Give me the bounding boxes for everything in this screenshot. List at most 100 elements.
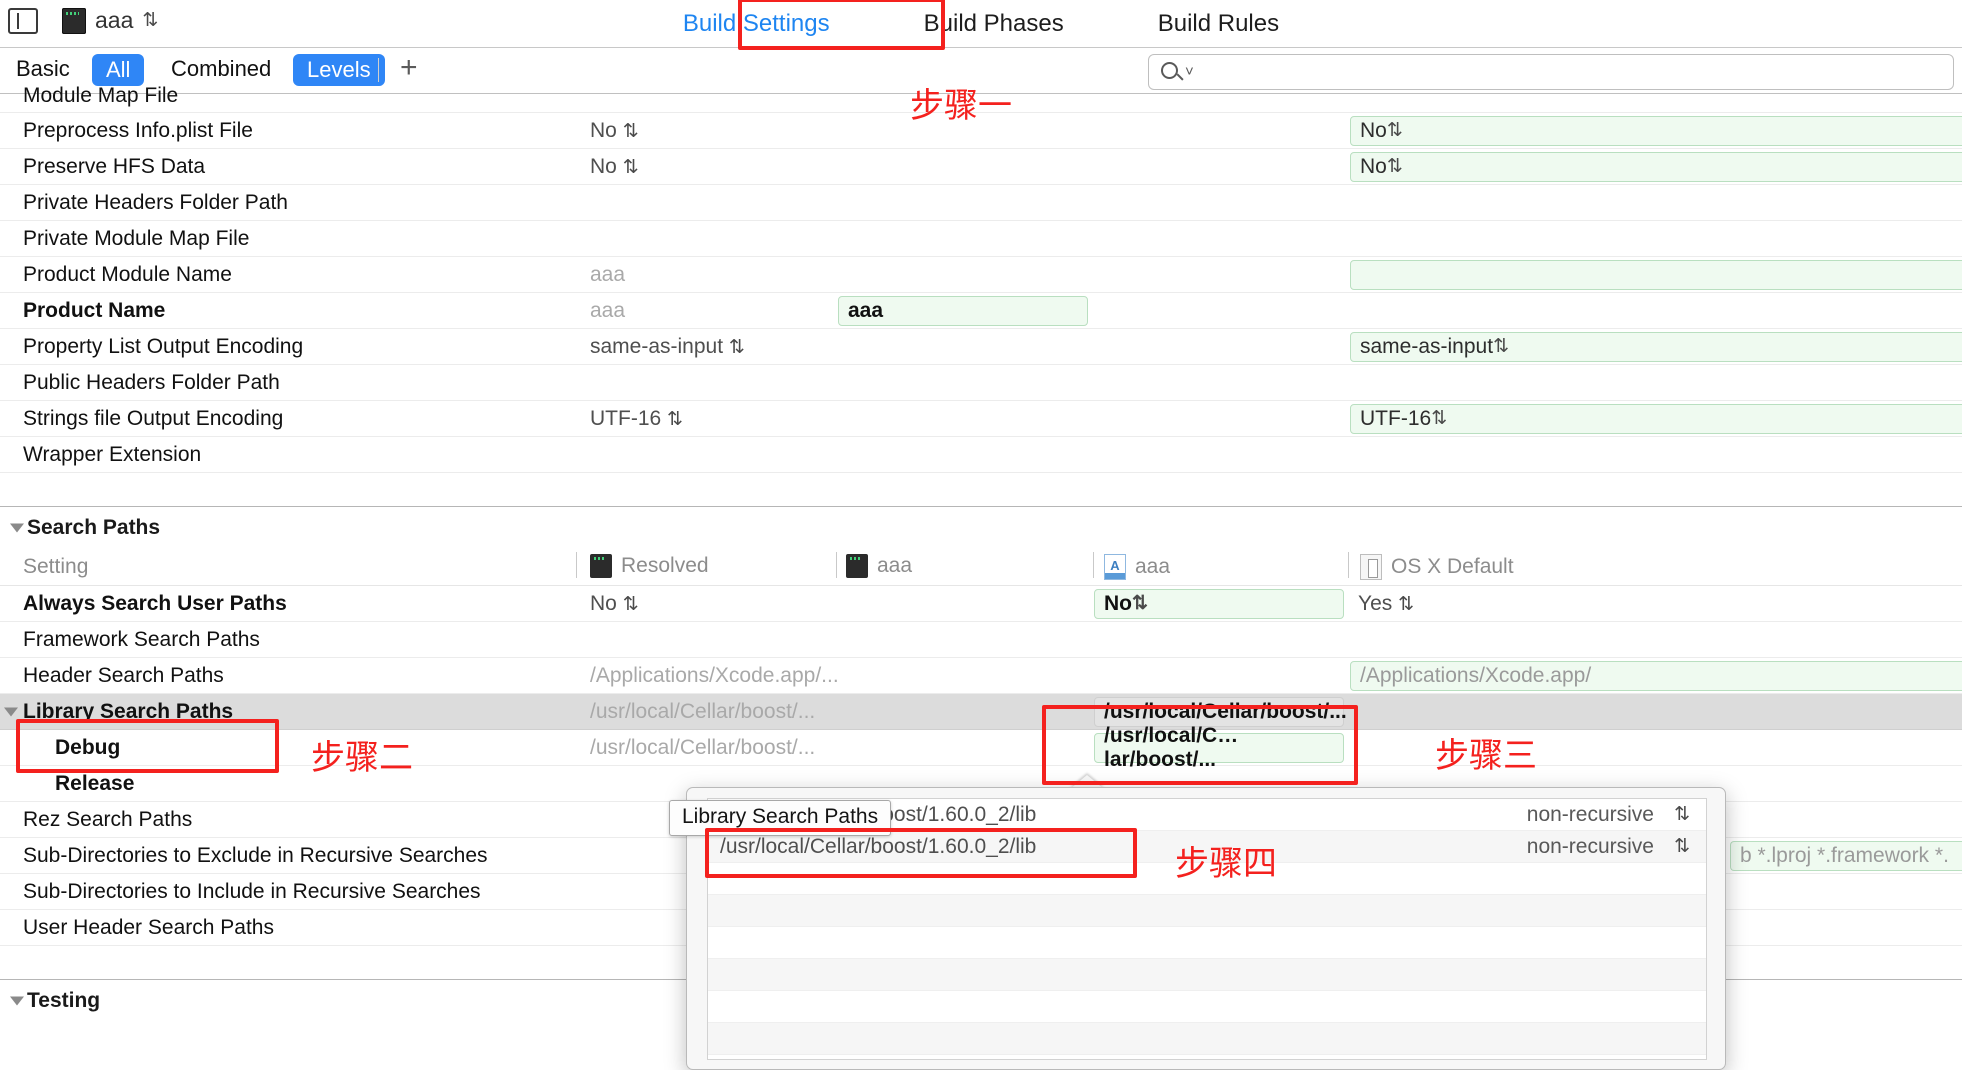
resolved-value: /usr/local/Cellar/boost/... [590,735,816,759]
value-stepper-icon: ⇅ [1132,593,1148,614]
resolved-value: No ⇅ [590,591,639,615]
annotation-box-step-1 [738,0,945,50]
resolved-value: /usr/local/Cellar/boost/... [590,699,816,723]
osx-default-field[interactable]: No ⇅ [1350,115,1962,146]
row-library-search-paths[interactable]: Library Search Paths /usr/local/Cellar/b… [0,694,1962,730]
project-value-field[interactable]: No ⇅ [1094,588,1344,619]
value-stepper-icon: ⇅ [1386,156,1403,177]
table-row[interactable]: Private Headers Folder Path [0,185,1962,221]
osx-default-field[interactable] [1350,259,1962,290]
osx-default-field[interactable]: No ⇅ [1350,151,1962,182]
setting-name: Preprocess Info.plist File [23,118,253,142]
popover-empty-row[interactable] [708,959,1706,991]
resolved-value: aaa [590,262,626,286]
popover-recursion-value[interactable]: non-recursive [1527,835,1654,859]
setting-name: Module Map File [23,84,179,107]
table-row[interactable]: Header Search Paths /Applications/Xcode.… [0,658,1962,694]
window-tab-bar: aaa ⇅ Build Settings Build Phases Build … [0,0,1962,48]
setting-name: Sub-Directories to Exclude in Recursive … [23,843,488,867]
resolved-value: aaa [590,298,626,322]
popover-recursion-value[interactable]: non-recursive [1527,803,1654,827]
navigator-toggle-icon[interactable] [8,8,38,34]
value-stepper-icon: ⇅ [1493,336,1509,357]
editor-tabs: Build Settings Build Phases Build Rules [0,0,1962,47]
setting-name: Property List Output Encoding [23,334,304,358]
osx-default-field[interactable]: b *.lproj *.framework *. [1730,840,1962,871]
osx-default-field[interactable]: UTF-16 ⇅ [1350,403,1962,434]
filter-levels[interactable]: Levels [293,54,385,86]
setting-name: Release [55,771,135,795]
disclosure-triangle-icon[interactable] [10,523,24,532]
table-row[interactable]: Property List Output Encoding same-as-in… [0,329,1962,365]
scheme-name-label: aaa [95,7,134,33]
annotation-label-step-4: 步骤四 [1175,844,1277,884]
column-header-row: Setting Resolved aaa aaa OS X Default [0,548,1962,586]
setting-name: Private Module Map File [23,226,250,250]
column-header-resolved[interactable]: Resolved [590,554,709,578]
scheme-stepper-icon[interactable]: ⇅ [142,11,158,30]
filter-divider [378,58,379,82]
group-header-search-paths[interactable]: Search Paths [0,506,1962,548]
setting-name: Private Headers Folder Path [23,190,288,214]
column-header-setting: Setting [23,555,89,578]
setting-name: Product Module Name [23,262,232,286]
os-default-icon [1360,554,1382,580]
annotation-label-step-3: 步骤三 [1435,736,1537,776]
annotation-label-step-2: 步骤二 [311,738,413,778]
search-input[interactable]: ˅ [1148,54,1954,90]
table-row[interactable]: Product Module Name aaa [0,257,1962,293]
table-row[interactable]: Debug /usr/local/Cellar/boost/... /usr/l… [0,724,1962,771]
resolved-value: /Applications/Xcode.app/... [590,663,839,687]
setting-name: Framework Search Paths [23,627,260,651]
filter-all[interactable]: All [92,54,145,86]
setting-name: User Header Search Paths [23,915,274,939]
project-file-icon [1104,554,1126,580]
annotation-label-step-1: 步骤一 [910,86,1012,126]
annotation-box-step-2 [16,719,279,773]
column-header-target[interactable]: aaa [846,554,912,578]
resolved-value: No ⇅ [590,118,639,142]
table-row[interactable]: Preserve HFS Data No ⇅ No ⇅ [0,149,1962,185]
resolved-value: same-as-input ⇅ [590,334,745,358]
popover-recursion-stepper-icon[interactable]: ⇅ [1674,803,1690,826]
osx-default-field[interactable]: same-as-input ⇅ [1350,331,1962,362]
filter-basic[interactable]: Basic [16,56,70,82]
resolved-value: No ⇅ [590,154,639,178]
disclosure-triangle-icon[interactable] [10,996,24,1005]
column-header-osx-default[interactable]: OS X Default [1360,554,1514,580]
table-row[interactable]: Framework Search Paths [0,622,1962,658]
osx-default-field[interactable]: /Applications/Xcode.app/ [1350,660,1962,691]
table-row[interactable]: Always Search User Paths No ⇅ No ⇅ Yes ⇅ [0,586,1962,622]
search-icon [1161,62,1178,79]
table-row[interactable]: Wrapper Extension [0,437,1962,473]
group-title: Search Paths [27,515,161,539]
popover-empty-row[interactable] [708,927,1706,959]
value-stepper-icon: ⇅ [1431,408,1448,429]
app-target-icon [590,554,612,578]
disclosure-triangle-icon[interactable] [4,707,18,716]
table-row[interactable]: Strings file Output Encoding UTF-16 ⇅ UT… [0,401,1962,437]
setting-name: Product Name [23,298,166,322]
popover-recursion-stepper-icon[interactable]: ⇅ [1674,835,1690,858]
column-header-project[interactable]: a aa [1104,554,1170,580]
annotation-box-step-3 [1042,705,1358,785]
tab-build-rules[interactable]: Build Rules [1144,6,1293,42]
setting-name: Header Search Paths [23,663,224,687]
target-config-field[interactable]: aaa [838,295,1088,326]
popover-empty-row[interactable] [708,895,1706,927]
scheme-selector[interactable]: aaa ⇅ [62,7,158,34]
table-row[interactable]: Public Headers Folder Path [0,365,1962,401]
setting-name: Public Headers Folder Path [23,370,280,394]
setting-name: Preserve HFS Data [23,154,206,178]
setting-name: Strings file Output Encoding [23,406,284,430]
table-row[interactable]: Private Module Map File [0,221,1962,257]
setting-name: Always Search User Paths [23,591,287,615]
osx-default-value: Yes ⇅ [1358,591,1415,615]
setting-name: Sub-Directories to Include in Recursive … [23,879,481,903]
table-row[interactable]: Product Name aaa aaa [0,293,1962,329]
popover-empty-row[interactable] [708,1023,1706,1055]
popover-empty-row[interactable] [708,991,1706,1023]
chevron-down-icon[interactable]: ˅ [1185,63,1194,80]
filter-combined[interactable]: Combined [171,56,271,82]
add-user-defined-setting-button[interactable]: + [400,53,418,83]
